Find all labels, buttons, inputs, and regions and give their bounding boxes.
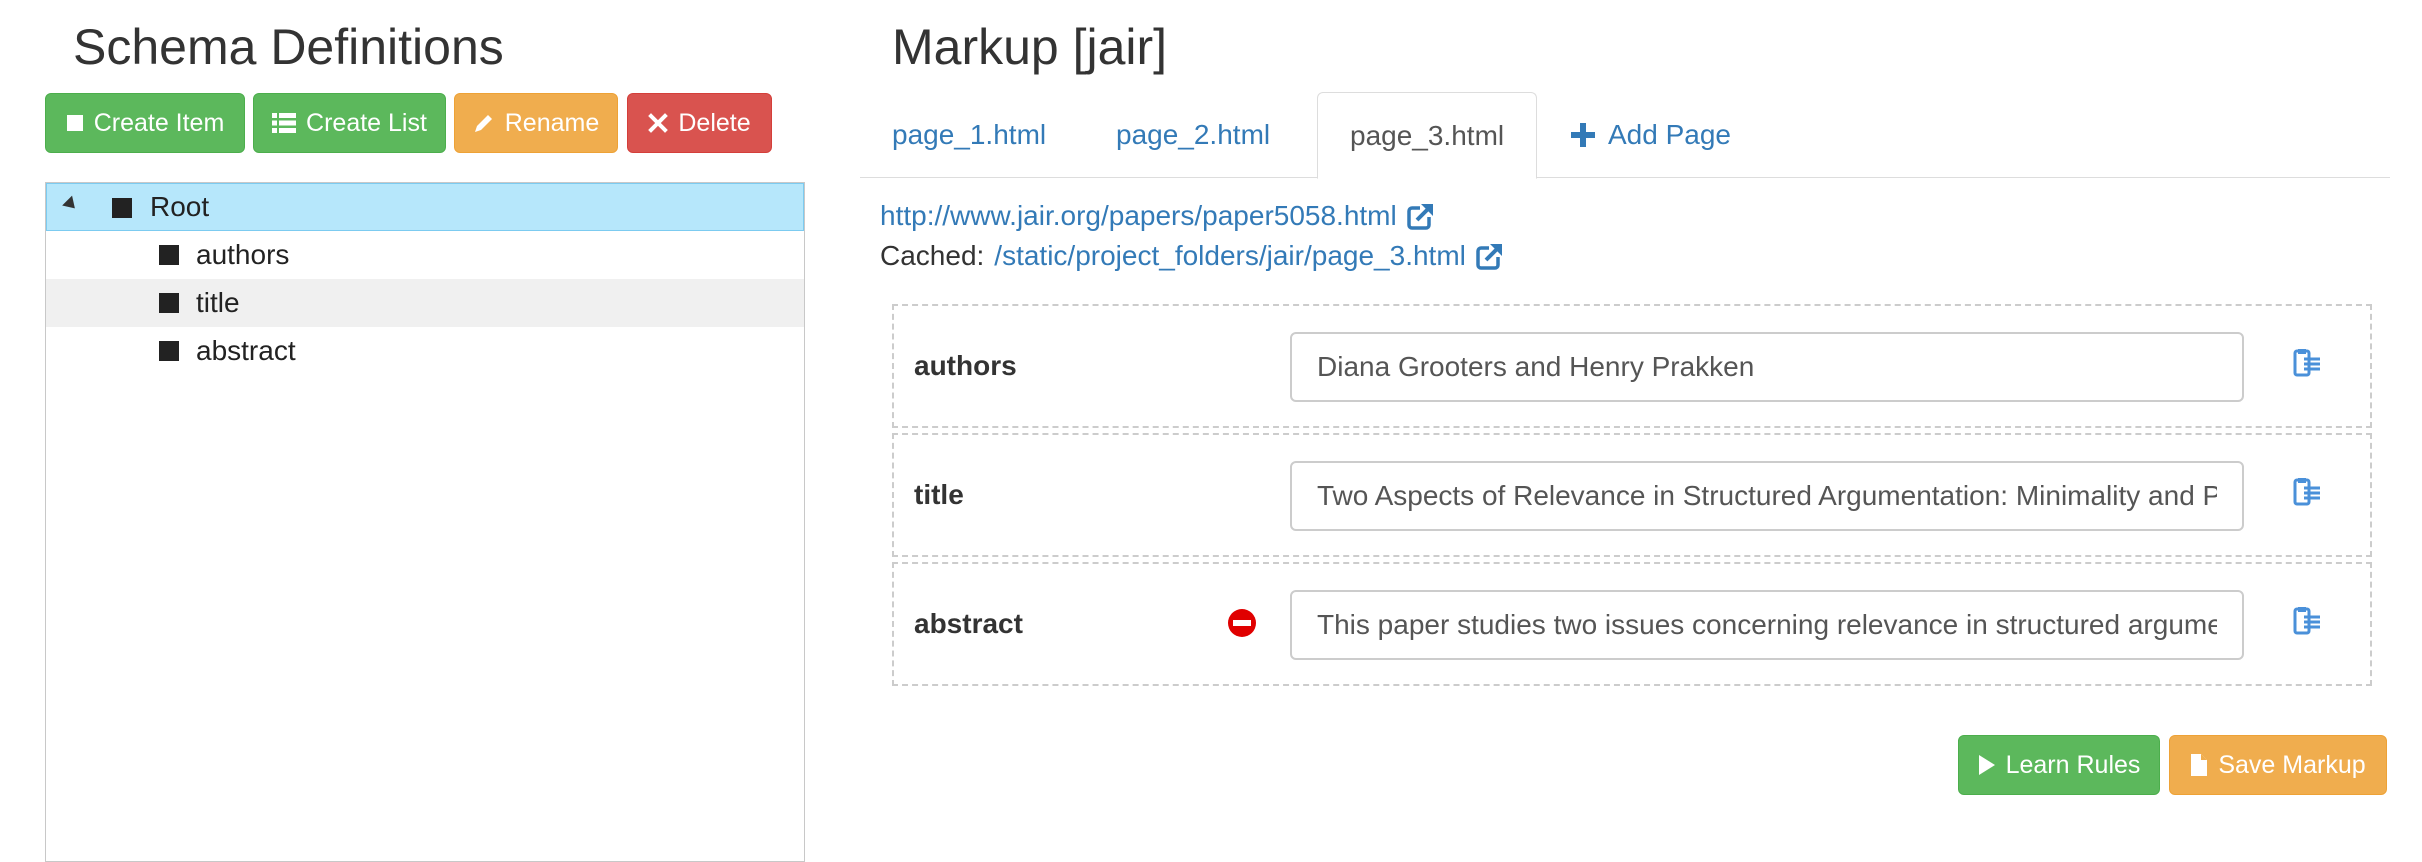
cached-url-link[interactable]: /static/project_folders/jair/page_3.html	[994, 240, 1466, 272]
pencil-icon	[474, 115, 492, 132]
node-square-icon	[159, 341, 179, 361]
create-list-button[interactable]: Create List	[253, 93, 446, 153]
create-item-button[interactable]: Create Item	[45, 93, 245, 153]
field-row-abstract: abstract	[892, 562, 2372, 686]
tab-label: page_1.html	[892, 119, 1047, 150]
create-item-label: Create Item	[93, 108, 225, 137]
tab-label: page_2.html	[1116, 119, 1271, 150]
tree-item-label: title	[196, 287, 240, 318]
rename-label: Rename	[504, 108, 600, 137]
tree-item-authors[interactable]: authors	[46, 231, 804, 279]
markup-title: Markup [jair]	[892, 19, 1168, 75]
source-url-link[interactable]: http://www.jair.org/papers/paper5058.htm…	[880, 200, 1397, 232]
learn-rules-button[interactable]: Learn Rules	[1958, 735, 2160, 795]
field-value-input[interactable]	[1290, 590, 2244, 660]
field-label: title	[914, 479, 964, 510]
tree-item-label: Root	[150, 191, 210, 222]
delete-label: Delete	[678, 108, 751, 137]
add-page-tab[interactable]: Add Page	[1538, 92, 1763, 178]
field-row-authors: authors	[892, 304, 2372, 428]
tree-item-title[interactable]: title	[46, 279, 804, 327]
play-icon	[1978, 755, 1995, 775]
collapse-caret-icon[interactable]	[62, 195, 80, 214]
learn-rules-label: Learn Rules	[2005, 750, 2141, 779]
source-url-line: http://www.jair.org/papers/paper5058.htm…	[880, 200, 1435, 232]
field-value-input[interactable]	[1290, 332, 2244, 402]
field-row-title: title	[892, 433, 2372, 557]
tree-item-root[interactable]: Root	[46, 183, 804, 231]
tab-page-1[interactable]: page_1.html	[860, 92, 1078, 178]
tree-item-label: authors	[196, 239, 290, 270]
cached-url-line: Cached: /static/project_folders/jair/pag…	[880, 240, 1504, 272]
markup-panel: Markup [jair] page_1.html page_2.html pa…	[860, 0, 2400, 840]
file-icon	[2191, 754, 2208, 776]
cached-label: Cached:	[880, 240, 985, 271]
field-label: authors	[914, 350, 1017, 381]
schema-panel: Schema Definitions Create Item Create Li…	[0, 0, 820, 862]
tree-item-label: abstract	[196, 335, 296, 366]
field-label: abstract	[914, 608, 1023, 639]
clipboard-icon[interactable]	[2292, 477, 2322, 507]
tab-label: Add Page	[1608, 119, 1731, 150]
tab-label: page_3.html	[1350, 119, 1505, 151]
clipboard-icon[interactable]	[2292, 606, 2322, 636]
schema-title: Schema Definitions	[73, 19, 504, 75]
plus-icon	[1571, 123, 1595, 147]
tab-page-2[interactable]: page_2.html	[1084, 92, 1302, 178]
schema-tree: Root authors title abstract	[45, 182, 805, 862]
node-square-icon	[159, 245, 179, 265]
create-list-label: Create List	[306, 108, 427, 137]
delete-button[interactable]: Delete	[627, 93, 772, 153]
list-icon	[272, 113, 297, 133]
external-link-icon[interactable]	[1406, 202, 1435, 230]
save-markup-button[interactable]: Save Markup	[2169, 735, 2387, 795]
tab-page-3[interactable]: page_3.html	[1317, 92, 1538, 179]
times-icon	[648, 113, 669, 133]
node-square-icon	[112, 198, 132, 218]
node-square-icon	[159, 293, 179, 313]
minus-circle-icon[interactable]	[1227, 608, 1257, 638]
page-tabs: page_1.html page_2.html page_3.html Add …	[860, 92, 2390, 179]
field-value-input[interactable]	[1290, 461, 2244, 531]
square-icon	[66, 115, 83, 131]
external-link-icon[interactable]	[1476, 242, 1504, 270]
tree-item-abstract[interactable]: abstract	[46, 327, 804, 375]
save-markup-label: Save Markup	[2218, 750, 2366, 779]
rename-button[interactable]: Rename	[454, 93, 618, 153]
clipboard-icon[interactable]	[2292, 348, 2322, 378]
